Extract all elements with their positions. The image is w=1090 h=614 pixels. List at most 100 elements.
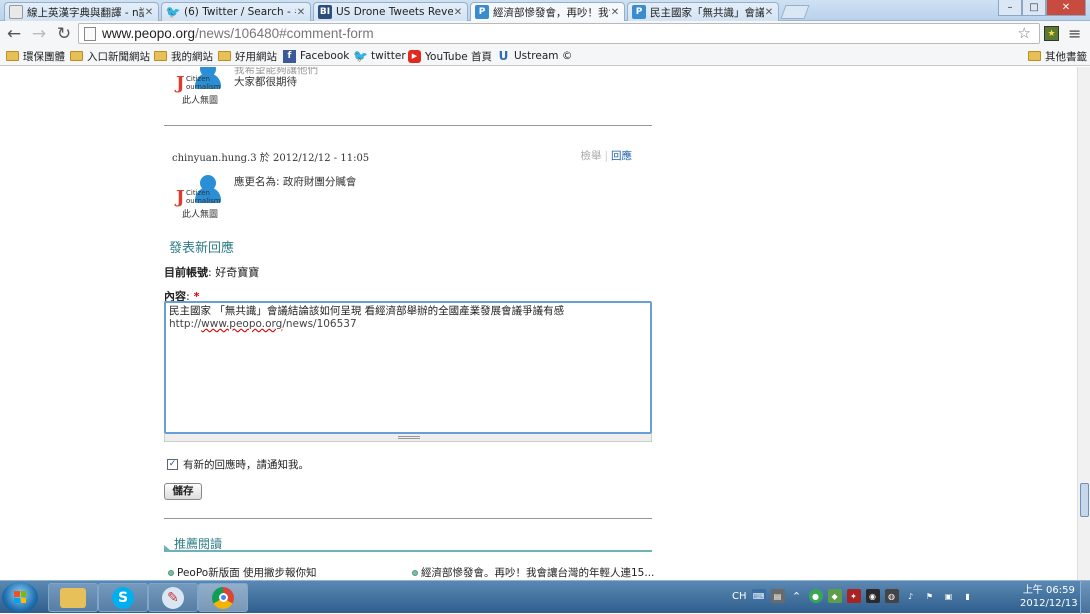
save-button[interactable]: 儲存 — [164, 483, 202, 500]
comment-meta: chinyuan.hung.3 於 2012/12/12 - 11:05 — [172, 153, 370, 164]
line-icon[interactable]: ● — [808, 589, 823, 603]
avatar: J Citizen ournalism 此人無圖 — [170, 67, 224, 106]
show-desktop-button[interactable] — [1080, 581, 1090, 614]
tray-app-icon[interactable]: ◉ — [865, 589, 880, 603]
recommended-item[interactable]: 經濟部慘發會。再吵！我會讓台灣的年輕人連15... — [412, 565, 654, 580]
back-arrow-icon[interactable]: ← — [3, 23, 25, 45]
recommended-underline — [164, 550, 652, 552]
bookmark-folder[interactable]: 入口新聞網站 — [70, 48, 150, 64]
report-link[interactable]: 檢舉 — [580, 150, 601, 162]
volume-icon[interactable]: ♪ — [904, 589, 918, 603]
clock[interactable]: 上午 06:59 2012/12/13 — [1020, 584, 1078, 610]
bookmark-youtube[interactable]: ▶ YouTube 首頁 — [408, 48, 492, 64]
clock-time: 上午 06:59 — [1022, 585, 1075, 596]
windows-taskbar: S ✎ CH ⌨ ▤ ⌃ ● ◆ ✦ ◉ ◍ ♪ ⚑ ▣ ▮ 上午 06:59 … — [0, 580, 1090, 614]
close-icon[interactable]: ✕ — [453, 7, 463, 18]
tab-strip: 線上英漢字典與翻譯 - n語 ✕ 🐦 (6) Twitter / Search … — [0, 0, 1090, 21]
maximize-button[interactable]: □ — [1022, 0, 1046, 16]
keyboard-icon[interactable]: ⌨ — [751, 589, 766, 603]
peopo-icon: P — [632, 5, 646, 19]
folder-icon — [6, 51, 19, 61]
forward-arrow-icon[interactable]: → — [28, 23, 50, 45]
bookmark-facebook[interactable]: f Facebook — [283, 48, 349, 64]
bookmark-folder[interactable]: 好用網站 — [218, 48, 277, 64]
menu-icon[interactable]: ≡ — [1068, 24, 1081, 43]
section-divider — [164, 518, 652, 519]
tray-app-icon[interactable]: ◆ — [827, 589, 842, 603]
bullet-icon — [168, 569, 174, 576]
tab-drone-tweets[interactable]: BI US Drone Tweets Reveal ✕ — [313, 2, 468, 21]
bookmark-folder[interactable]: 我的網站 — [154, 48, 213, 64]
tab-dictionary[interactable]: 線上英漢字典與翻譯 - n語 ✕ — [4, 2, 159, 21]
facebook-icon: f — [283, 49, 296, 63]
bookmark-ustream[interactable]: U Ustream © — [497, 48, 573, 64]
tray-app-icon[interactable]: ◍ — [884, 589, 899, 603]
start-button[interactable] — [2, 582, 38, 613]
bi-icon: BI — [318, 5, 332, 19]
antivirus-icon[interactable]: ✦ — [846, 589, 861, 603]
notify-label: 有新的回應時，請通知我。 — [183, 459, 309, 471]
other-bookmarks[interactable]: 其他書籤 — [1028, 48, 1087, 64]
bookmark-twitter[interactable]: 🐦 twitter — [353, 48, 406, 64]
system-tray: CH ⌨ ▤ ⌃ ● ◆ ✦ ◉ ◍ ♪ ⚑ ▣ ▮ — [732, 589, 975, 603]
form-title: 發表新回應 — [169, 241, 235, 256]
close-icon[interactable]: ✕ — [144, 7, 154, 18]
extension-icon[interactable]: ★ — [1044, 26, 1059, 41]
folder-icon — [218, 51, 231, 61]
twitter-icon: 🐦 — [165, 5, 181, 19]
close-icon[interactable]: ✕ — [296, 7, 306, 18]
tab-title: 線上英漢字典與翻譯 - n語 — [27, 6, 144, 19]
ustream-icon: U — [498, 49, 509, 63]
flag-icon[interactable]: ⚑ — [923, 589, 937, 603]
tab-title: US Drone Tweets Reveal — [336, 6, 453, 18]
taskbar-explorer[interactable] — [48, 583, 98, 612]
ime-icon[interactable]: ▤ — [770, 589, 785, 603]
taskbar-chrome[interactable] — [198, 583, 248, 612]
resize-grip[interactable] — [164, 434, 652, 442]
tab-peopo-2[interactable]: P 民主國家「無共識」會議 ✕ — [627, 2, 779, 21]
input-language[interactable]: CH — [732, 591, 747, 602]
comment-text: 應更名為: 政府財團分贓會 — [234, 176, 357, 188]
tab-twitter[interactable]: 🐦 (6) Twitter / Search - #dr ✕ — [161, 2, 311, 21]
url-text: www.peopo.org/news/106480#comment-form — [102, 26, 374, 41]
scrollbar-thumb[interactable] — [1080, 483, 1089, 517]
comment-textarea[interactable]: 民主國家 「無共識」會議結論該如何呈現 看經濟部舉辦的全國產業發展會議爭議有感 … — [164, 301, 652, 434]
account-value: 好奇寶寶 — [215, 266, 260, 279]
clock-date: 2012/12/13 — [1020, 598, 1078, 609]
account-row: 目前帳號: 好奇寶寶 — [164, 266, 260, 279]
avatar-label: 此人無圖 — [182, 96, 219, 106]
windows-logo-icon — [14, 591, 26, 603]
bookmark-folder[interactable]: 環保團體 — [6, 48, 65, 64]
comment-divider — [164, 125, 652, 126]
power-icon[interactable]: ▮ — [961, 589, 975, 603]
taskbar-skype[interactable]: S — [98, 583, 148, 612]
tab-peopo-active[interactable]: P 經濟部慘發會，再吵！我會 ✕ — [470, 2, 625, 21]
network-icon[interactable]: ▣ — [942, 589, 956, 603]
address-bar[interactable]: www.peopo.org/news/106480#comment-form ☆ — [78, 23, 1040, 44]
minimize-button[interactable]: – — [998, 0, 1022, 16]
page-icon — [84, 26, 96, 41]
notify-checkbox-row[interactable]: ✓ 有新的回應時，請通知我。 — [167, 457, 309, 472]
youtube-icon: ▶ — [408, 49, 421, 63]
folder-icon — [1028, 51, 1041, 61]
recommended-item[interactable]: PeoPo新版面 使用撇步報你知 — [168, 565, 317, 580]
notify-checkbox[interactable]: ✓ — [167, 459, 178, 470]
reply-link[interactable]: 回應 — [611, 150, 632, 162]
reload-icon[interactable]: ↻ — [53, 23, 75, 45]
tray-up-icon[interactable]: ⌃ — [790, 589, 804, 603]
new-tab-button[interactable] — [780, 5, 810, 19]
comment-text: 大家都很期待 — [234, 76, 297, 88]
taskbar-paint[interactable]: ✎ — [148, 583, 198, 612]
close-window-button[interactable]: ✕ — [1046, 0, 1086, 16]
comment-links: 檢舉 | 回應 — [580, 150, 632, 162]
folder-icon — [154, 51, 167, 61]
bookmark-star-icon[interactable]: ☆ — [1018, 24, 1031, 42]
tab-title: (6) Twitter / Search - #dr — [184, 6, 296, 18]
peopo-icon: P — [475, 5, 489, 19]
page-viewport: J Citizen ournalism 此人無圖 我希望能夠讓他們 大家都很期待 … — [0, 67, 1090, 580]
close-icon[interactable]: ✕ — [610, 7, 620, 18]
close-icon[interactable]: ✕ — [764, 7, 774, 18]
paint-icon: ✎ — [162, 586, 184, 609]
browser-toolbar: ← → ↻ www.peopo.org/news/106480#comment-… — [0, 21, 1090, 46]
page-scrollbar[interactable] — [1077, 67, 1090, 580]
